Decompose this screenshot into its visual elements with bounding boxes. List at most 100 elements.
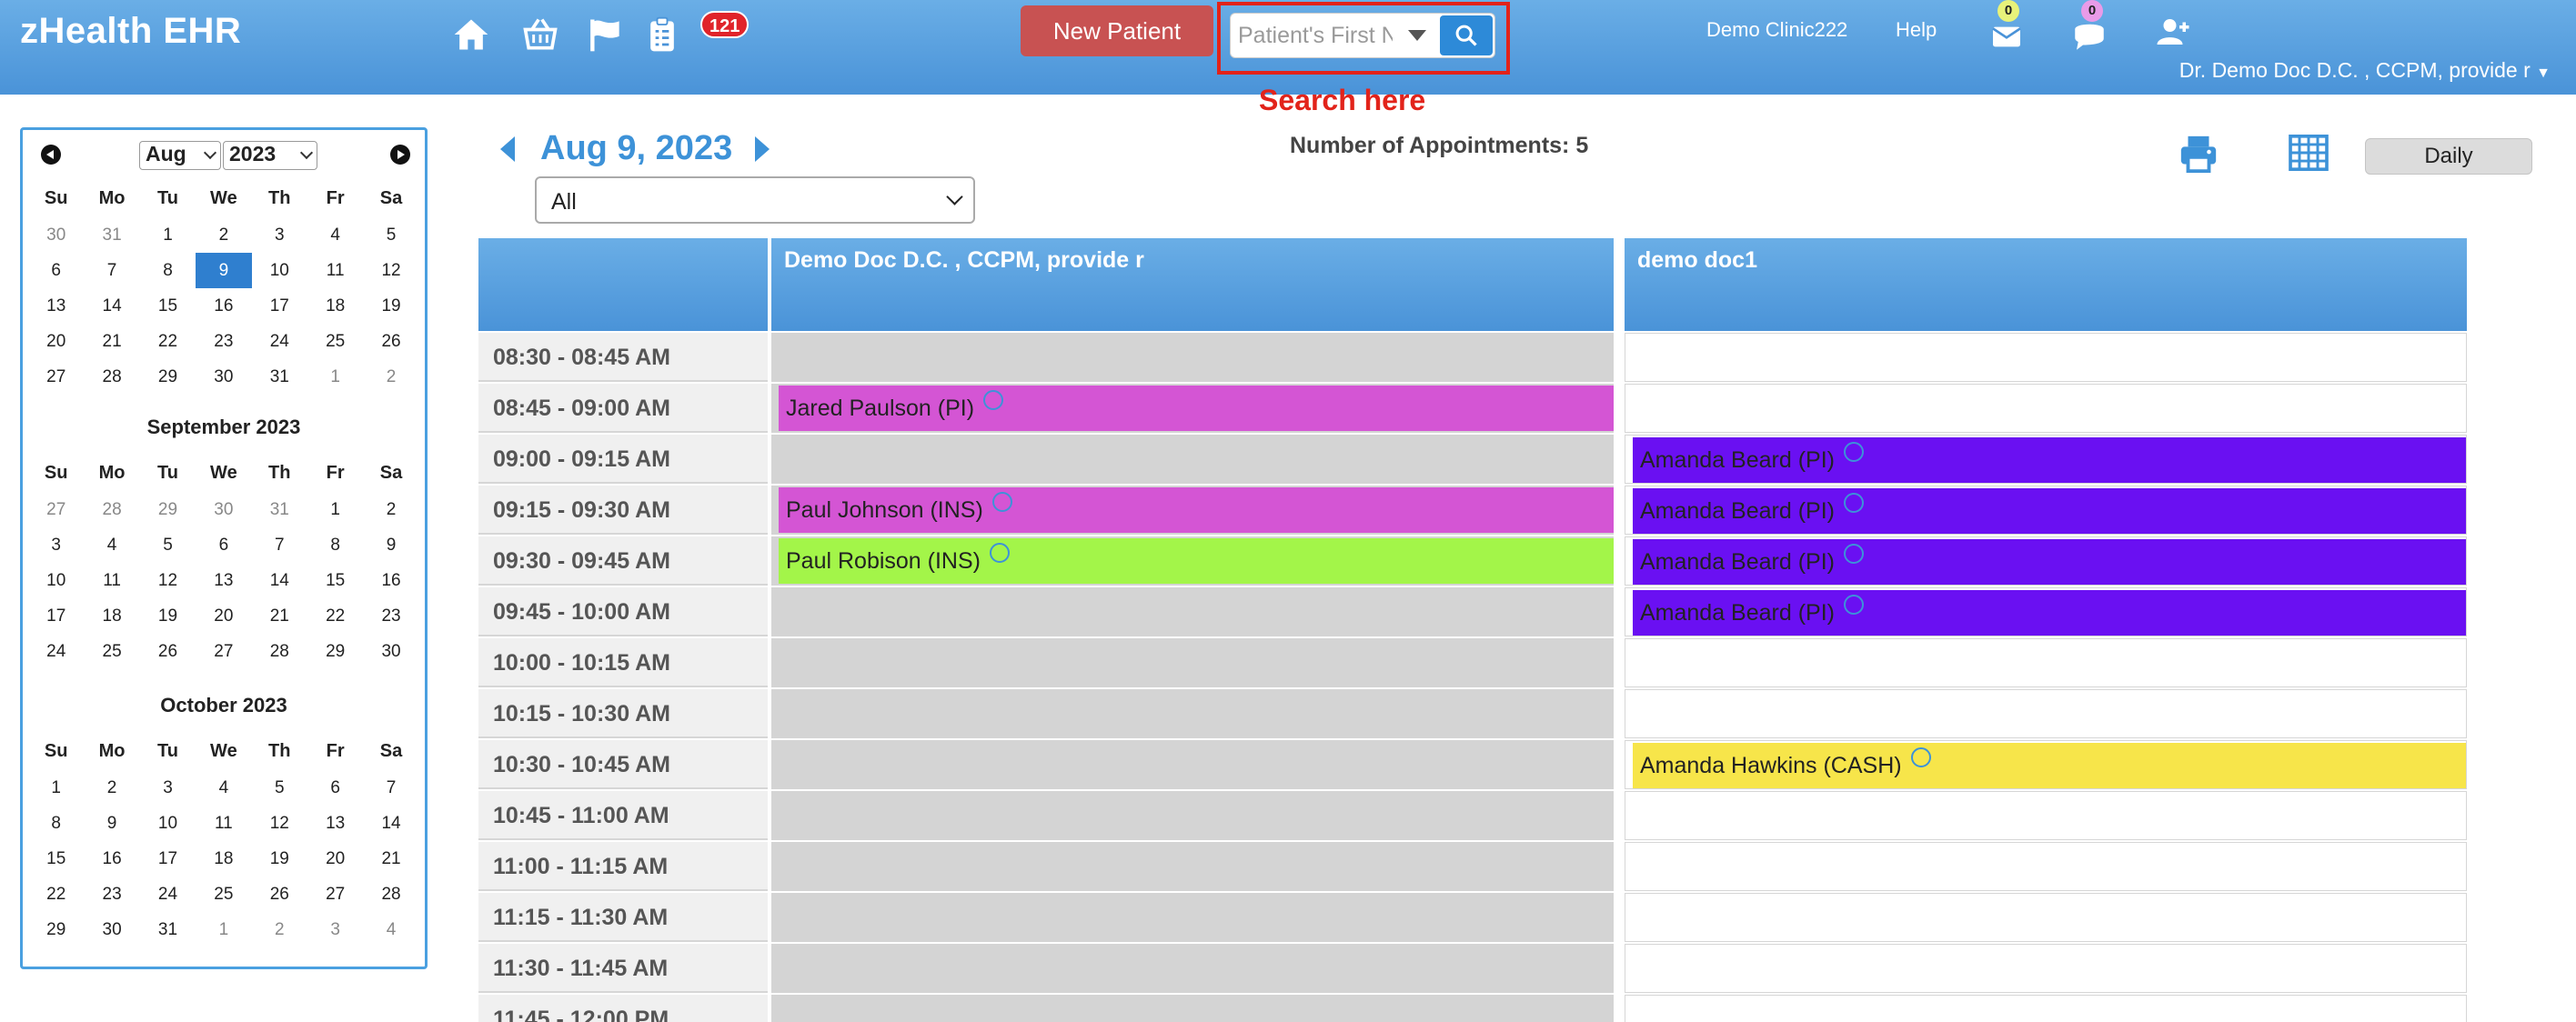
calendar-day[interactable]: 31: [252, 492, 307, 527]
calendar-day[interactable]: 16: [363, 563, 418, 598]
calendar-day[interactable]: 15: [140, 288, 196, 324]
calendar-day[interactable]: 10: [140, 806, 196, 841]
calendar-day[interactable]: 8: [307, 527, 363, 563]
calendar-day[interactable]: 26: [363, 324, 418, 359]
calendar-day[interactable]: 27: [28, 359, 84, 395]
schedule-slot[interactable]: [771, 689, 1614, 738]
schedule-slot[interactable]: [771, 638, 1614, 687]
appointment-block[interactable]: Amanda Beard (PI): [1633, 539, 2466, 585]
calendar-day[interactable]: 15: [28, 841, 84, 877]
next-day-icon[interactable]: [755, 136, 770, 162]
calendar-day[interactable]: 1: [307, 359, 363, 395]
search-button[interactable]: [1440, 15, 1493, 55]
calendar-day[interactable]: 21: [84, 324, 139, 359]
appointment-block[interactable]: Amanda Beard (PI): [1633, 488, 2466, 534]
appointment-status-icon[interactable]: [983, 390, 1004, 410]
calendar-day[interactable]: 7: [84, 253, 139, 288]
calendar-day[interactable]: 10: [28, 563, 84, 598]
calendar-day[interactable]: 29: [28, 912, 84, 947]
appointment-status-icon[interactable]: [1844, 442, 1864, 462]
calendar-day[interactable]: 18: [196, 841, 251, 877]
calendar-day[interactable]: 24: [28, 634, 84, 669]
basket-icon[interactable]: [520, 15, 560, 55]
appointment-block[interactable]: Amanda Beard (PI): [1633, 437, 2466, 483]
calendar-day[interactable]: 4: [307, 217, 363, 253]
calendar-day[interactable]: 3: [252, 217, 307, 253]
calendar-day[interactable]: 13: [307, 806, 363, 841]
schedule-slot[interactable]: Amanda Beard (PI): [1625, 536, 2467, 586]
calendar-day[interactable]: 2: [196, 217, 251, 253]
calendar-day[interactable]: 18: [84, 598, 139, 634]
calendar-day[interactable]: 27: [307, 877, 363, 912]
calendar-day[interactable]: 3: [28, 527, 84, 563]
schedule-slot[interactable]: Amanda Beard (PI): [1625, 486, 2467, 535]
schedule-slot[interactable]: Amanda Hawkins (CASH): [1625, 740, 2467, 789]
calendar-day[interactable]: 27: [28, 492, 84, 527]
calendar-day[interactable]: 20: [307, 841, 363, 877]
calendar-day[interactable]: 25: [84, 634, 139, 669]
clinic-name-link[interactable]: Demo Clinic222: [1706, 18, 1847, 42]
appointment-block[interactable]: Paul Robison (INS): [779, 538, 1614, 584]
schedule-slot[interactable]: Amanda Beard (PI): [1625, 435, 2467, 484]
appointment-block[interactable]: Amanda Beard (PI): [1633, 590, 2466, 636]
calendar-day[interactable]: 25: [307, 324, 363, 359]
calendar-day[interactable]: 23: [363, 598, 418, 634]
flag-icon[interactable]: [586, 15, 626, 55]
calendar-day[interactable]: 1: [196, 912, 251, 947]
month-select[interactable]: Aug: [139, 141, 221, 170]
calendar-day[interactable]: 6: [196, 527, 251, 563]
calendar-day[interactable]: 22: [28, 877, 84, 912]
calendar-day[interactable]: 20: [28, 324, 84, 359]
calendar-day[interactable]: 12: [363, 253, 418, 288]
calendar-day[interactable]: 29: [307, 634, 363, 669]
appointment-status-icon[interactable]: [1910, 747, 1931, 767]
calendar-day[interactable]: 8: [28, 806, 84, 841]
notification-badge[interactable]: 121: [700, 11, 750, 38]
calendar-day[interactable]: 16: [196, 288, 251, 324]
calendar-day[interactable]: 26: [252, 877, 307, 912]
calendar-day[interactable]: 23: [84, 877, 139, 912]
calendar-day[interactable]: 2: [252, 912, 307, 947]
schedule-slot[interactable]: [771, 842, 1614, 891]
schedule-slot[interactable]: [1625, 791, 2467, 840]
appointment-status-icon[interactable]: [1844, 544, 1864, 564]
schedule-slot[interactable]: [771, 944, 1614, 993]
calendar-day[interactable]: 31: [140, 912, 196, 947]
calendar-day[interactable]: 11: [84, 563, 139, 598]
calendar-day[interactable]: 30: [196, 492, 251, 527]
calendar-day[interactable]: 17: [28, 598, 84, 634]
calendar-day[interactable]: 4: [363, 912, 418, 947]
calendar-day[interactable]: 9: [84, 806, 139, 841]
calendar-day[interactable]: 19: [363, 288, 418, 324]
calendar-day[interactable]: 5: [252, 770, 307, 806]
calendar-day[interactable]: 28: [252, 634, 307, 669]
calendar-day[interactable]: 1: [307, 492, 363, 527]
calendar-day[interactable]: 26: [140, 634, 196, 669]
daily-view-button[interactable]: Daily: [2365, 138, 2532, 175]
year-select[interactable]: 2023: [223, 141, 317, 170]
calendar-day[interactable]: 3: [140, 770, 196, 806]
calendar-day[interactable]: 12: [140, 563, 196, 598]
patient-search-input[interactable]: [1238, 17, 1393, 54]
calendar-day[interactable]: 10: [252, 253, 307, 288]
schedule-slot[interactable]: Paul Robison (INS): [771, 536, 1614, 586]
calendar-day[interactable]: 27: [196, 634, 251, 669]
schedule-slot[interactable]: Amanda Beard (PI): [1625, 587, 2467, 636]
calendar-day[interactable]: 17: [252, 288, 307, 324]
calendar-day[interactable]: 9: [363, 527, 418, 563]
schedule-slot[interactable]: Paul Johnson (INS): [771, 486, 1614, 535]
calendar-day[interactable]: 11: [307, 253, 363, 288]
schedule-slot[interactable]: [1625, 893, 2467, 942]
mail-icon[interactable]: [1988, 16, 2025, 53]
provider-filter-select[interactable]: All: [535, 176, 975, 224]
calendar-day[interactable]: 29: [140, 492, 196, 527]
appointment-block[interactable]: Jared Paulson (PI): [779, 386, 1614, 431]
appointment-block[interactable]: Amanda Hawkins (CASH): [1633, 743, 2466, 788]
schedule-slot[interactable]: [1625, 842, 2467, 891]
calendar-day[interactable]: 12: [252, 806, 307, 841]
schedule-slot[interactable]: [771, 995, 1614, 1022]
schedule-slot[interactable]: Jared Paulson (PI): [771, 384, 1614, 433]
appointment-status-icon[interactable]: [991, 492, 1012, 512]
calendar-day[interactable]: 18: [307, 288, 363, 324]
calendar-day[interactable]: 24: [140, 877, 196, 912]
